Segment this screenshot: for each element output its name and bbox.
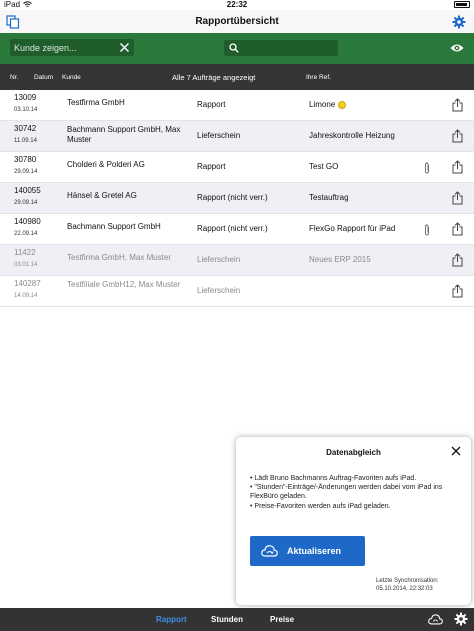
update-button-label: Aktualiseren bbox=[287, 546, 342, 556]
order-date: 14.09.14 bbox=[14, 293, 38, 299]
favorite-lemon-icon bbox=[338, 100, 347, 109]
table-row[interactable]: 30780 29.09.14 Cholderi & Polderi AG Rappor… bbox=[0, 152, 474, 183]
eye-icon[interactable] bbox=[450, 42, 464, 54]
order-date: 22.09.14 bbox=[14, 231, 38, 237]
reference-text: FlexGo Rapport für iPad bbox=[309, 224, 396, 233]
popup-line: • Preise-Favoriten werden aufs iPad gela… bbox=[250, 502, 391, 510]
customer-name: Bachmann Support GmbH bbox=[67, 222, 161, 231]
customer-name: Cholderi & Polderi AG bbox=[67, 160, 145, 169]
order-number: 30742 bbox=[14, 124, 37, 133]
share-icon[interactable] bbox=[452, 253, 463, 267]
share-icon[interactable] bbox=[452, 284, 463, 298]
reference: FlexGo Rapport für iPad bbox=[309, 224, 395, 233]
last-sync-label: Letzte Synchronisation: bbox=[376, 578, 439, 584]
status-right bbox=[454, 0, 470, 8]
order-number: 140287 bbox=[14, 279, 41, 288]
customer-name: Testfiliale GmbH12, Max Muster bbox=[67, 280, 181, 289]
document-type: Rapport (nicht verr.) bbox=[197, 224, 268, 233]
header-datum[interactable]: Datum bbox=[34, 74, 53, 81]
close-icon[interactable] bbox=[451, 446, 461, 456]
order-date: 11.09.14 bbox=[14, 138, 37, 144]
reference-text: Neues ERP 2015 bbox=[309, 255, 371, 264]
update-button[interactable]: Aktualiseren bbox=[250, 536, 365, 566]
paperclip-icon[interactable] bbox=[423, 162, 431, 174]
reference: Limone bbox=[309, 100, 347, 109]
customer-search[interactable] bbox=[10, 39, 134, 56]
reference: Testauftrag bbox=[309, 193, 349, 202]
reference-text: Testauftrag bbox=[309, 193, 349, 202]
popup-title: Datenabgleich bbox=[326, 448, 381, 457]
paperclip-icon[interactable] bbox=[423, 224, 431, 236]
document-type: Rapport bbox=[197, 162, 226, 171]
cloud-sync-icon bbox=[261, 545, 278, 557]
document-type: Lieferschein bbox=[197, 131, 241, 140]
tab-rapport[interactable]: Rapport bbox=[156, 615, 187, 624]
order-number: 13009 bbox=[14, 93, 37, 102]
table-row[interactable]: 30742 11.09.14 Bachmann Support GmbH, Max … bbox=[0, 121, 474, 152]
document-type: Lieferschein bbox=[197, 286, 241, 295]
settings-icon[interactable] bbox=[454, 612, 468, 626]
gear-icon[interactable] bbox=[452, 15, 466, 29]
document-type: Rapport bbox=[197, 100, 226, 109]
document-type: Rapport (nicht verr.) bbox=[197, 193, 268, 202]
search-field[interactable] bbox=[224, 40, 338, 56]
share-icon[interactable] bbox=[452, 222, 463, 236]
search-icon bbox=[229, 43, 239, 53]
reference: Test GO bbox=[309, 162, 338, 171]
order-number: 140055 bbox=[14, 186, 41, 195]
order-date: 03.10.14 bbox=[14, 107, 38, 113]
customer-search-input[interactable] bbox=[10, 42, 114, 53]
order-date: 29.09.14 bbox=[14, 200, 38, 206]
popup-line: • "Stunden"-Einträge/-Änderungen werden … bbox=[250, 484, 443, 501]
table-row[interactable]: 140980 22.09.14 Bachmann Support GmbH Rappo… bbox=[0, 214, 474, 245]
table-row[interactable]: 140287 14.09.14 Testfiliale GmbH12, Max Mu… bbox=[0, 276, 474, 307]
header-ref[interactable]: Ihre Ref. bbox=[306, 74, 331, 81]
document-type: Lieferschein bbox=[197, 255, 241, 264]
search-bar bbox=[0, 33, 474, 64]
order-date: 03.01.14 bbox=[14, 262, 38, 268]
reference-text: Limone bbox=[309, 100, 336, 109]
battery-icon bbox=[454, 1, 470, 8]
last-sync-time: 05.10.2014, 22:32:03 bbox=[376, 586, 433, 592]
order-list: 13009 03.10.14 Testfirma GmbH Rapport Limone… bbox=[0, 90, 474, 307]
tab-preise[interactable]: Preise bbox=[270, 615, 294, 624]
customer-name: Hänsel & Gretel AG bbox=[67, 191, 137, 200]
order-date: 29.09.14 bbox=[14, 169, 38, 175]
status-bar: iPad 22:32 bbox=[0, 0, 474, 10]
nav-bar: Rapportübersicht bbox=[0, 10, 474, 33]
popup-line: • Lädt Bruno Bachmanns Auftrag-Favoriten… bbox=[250, 475, 417, 482]
cloud-sync-icon[interactable] bbox=[428, 613, 443, 626]
order-count: Alle 7 Aufträge angezeigt bbox=[172, 73, 256, 82]
share-icon[interactable] bbox=[452, 160, 463, 174]
share-icon[interactable] bbox=[452, 129, 463, 143]
customer-name: Testfirma GmbH, Max Muster bbox=[67, 253, 172, 262]
tab-stunden[interactable]: Stunden bbox=[211, 615, 243, 624]
order-number: 11422 bbox=[14, 248, 36, 257]
table-header: Nr. Datum Kunde Alle 7 Aufträge angezeig… bbox=[0, 64, 474, 90]
reference-text: Jahreskontrolle Heizung bbox=[309, 131, 395, 140]
order-number: 30780 bbox=[14, 155, 37, 164]
reference-text: Test GO bbox=[309, 162, 339, 171]
header-nr[interactable]: Nr. bbox=[10, 74, 18, 81]
customer-name: Bachmann Support GmbH, Max Muster bbox=[67, 125, 181, 144]
table-row[interactable]: 13009 03.10.14 Testfirma GmbH Rapport Limone bbox=[0, 90, 474, 121]
share-icon[interactable] bbox=[452, 191, 463, 205]
table-row[interactable]: 140055 29.09.14 Hänsel & Gretel AG Rapport … bbox=[0, 183, 474, 214]
page-title: Rapportübersicht bbox=[195, 16, 279, 27]
clear-icon[interactable] bbox=[119, 42, 130, 53]
reference: Neues ERP 2015 bbox=[309, 255, 371, 264]
customer-name: Testfirma GmbH bbox=[67, 98, 125, 107]
header-kunde[interactable]: Kunde bbox=[62, 74, 81, 81]
reference: Jahreskontrolle Heizung bbox=[309, 131, 395, 140]
sync-popup: Datenabgleich • Lädt Bruno Bachmanns Auf… bbox=[236, 437, 471, 605]
status-time: 22:32 bbox=[226, 0, 248, 9]
table-row[interactable]: 11422 03.01.14 Testfirma GmbH, Max Muster L… bbox=[0, 245, 474, 276]
popup-description: • Lädt Bruno Bachmanns Auftrag-Favoriten… bbox=[250, 474, 464, 511]
order-number: 140980 bbox=[14, 217, 41, 226]
tab-bar: Rapport Stunden Preise bbox=[0, 608, 474, 631]
share-icon[interactable] bbox=[452, 98, 463, 112]
